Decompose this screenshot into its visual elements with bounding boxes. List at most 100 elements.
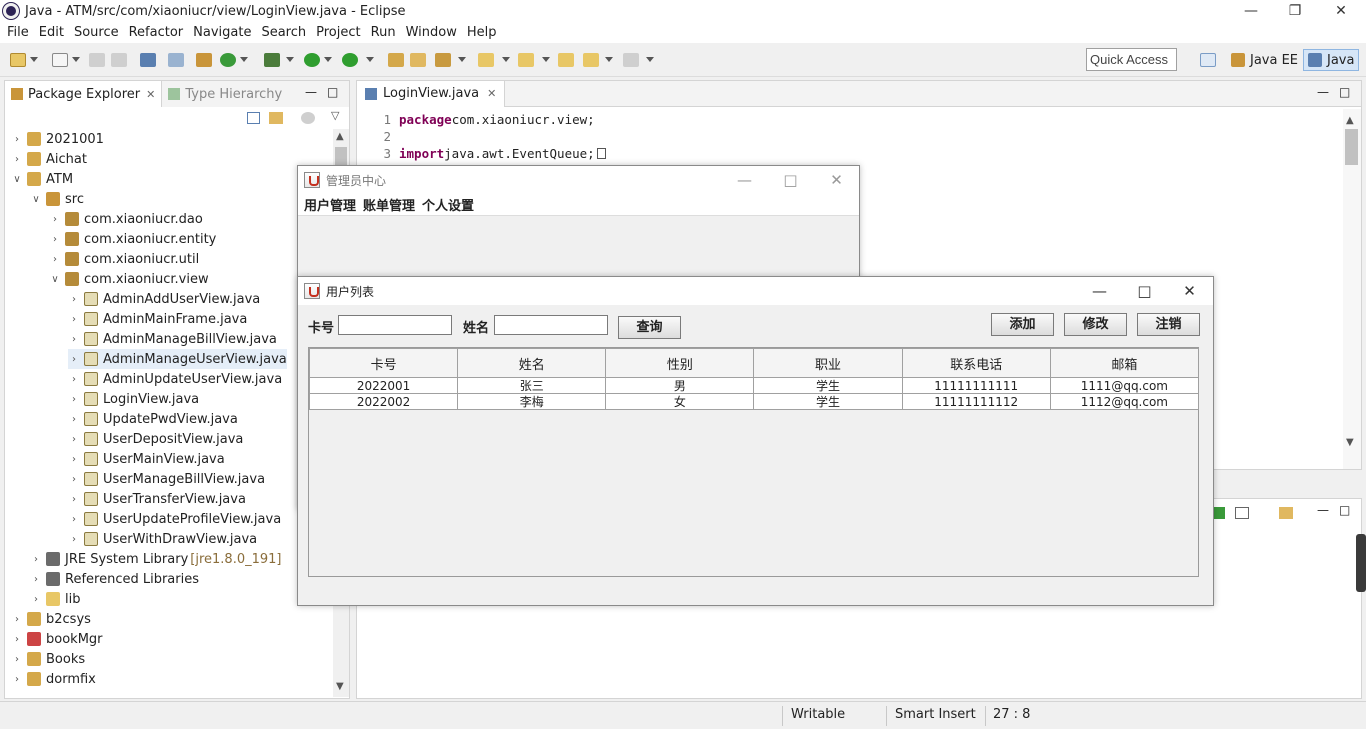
chevron-right-icon[interactable]: › (68, 434, 80, 445)
user-list-maximize-icon[interactable]: □ (1122, 277, 1167, 305)
restore-icon[interactable]: ❐ (1272, 0, 1318, 22)
chevron-right-icon[interactable]: › (68, 314, 80, 325)
chevron-right-icon[interactable]: › (30, 574, 42, 585)
column-header-name[interactable]: 姓名 (457, 348, 607, 378)
back-dropdown-icon[interactable] (605, 57, 613, 62)
scroll-up-icon[interactable]: ▲ (336, 131, 344, 142)
chevron-down-icon[interactable]: ∨ (30, 194, 42, 205)
tree-item[interactable]: › JRE System Library [jre1.8.0_191] (30, 549, 281, 569)
cell-card[interactable]: 2022002 (308, 393, 459, 410)
menu-run[interactable]: Run (371, 25, 396, 40)
tree-scroll-thumb[interactable] (335, 147, 347, 165)
run-icon[interactable] (304, 53, 320, 67)
column-header-gender[interactable]: 性别 (605, 348, 755, 378)
user-list-close-icon[interactable]: ✕ (1167, 277, 1212, 305)
run-dropdown-icon[interactable] (324, 57, 332, 62)
save-all-icon[interactable] (111, 53, 127, 67)
tree-item[interactable]: › b2csys (11, 609, 91, 629)
refresh-dropdown-icon[interactable] (240, 57, 248, 62)
tree-item[interactable]: › com.xiaoniucr.dao (49, 209, 203, 229)
tree-item[interactable]: › AdminManageBillView.java (68, 329, 277, 349)
open-console-icon[interactable] (1279, 507, 1293, 519)
cell-occupation[interactable]: 学生 (753, 377, 903, 394)
tree-item[interactable]: › LoginView.java (68, 389, 199, 409)
cell-card[interactable]: 2022001 (308, 377, 459, 394)
tree-item[interactable]: › UserDepositView.java (68, 429, 243, 449)
maximize-editor-icon[interactable]: □ (1339, 85, 1350, 99)
back-icon[interactable] (583, 53, 599, 67)
chevron-right-icon[interactable]: › (68, 394, 80, 405)
chevron-right-icon[interactable]: › (30, 594, 42, 605)
chevron-right-icon[interactable]: › (11, 674, 23, 685)
cell-gender[interactable]: 男 (605, 377, 755, 394)
tree-item[interactable]: › UserWithDrawView.java (68, 529, 257, 549)
chevron-right-icon[interactable]: › (11, 634, 23, 645)
user-list-minimize-icon[interactable]: — (1077, 277, 1122, 305)
menu-search[interactable]: Search (261, 25, 306, 40)
chevron-right-icon[interactable]: › (49, 214, 61, 225)
chevron-right-icon[interactable]: › (68, 534, 80, 545)
tree-item[interactable]: › com.xiaoniucr.entity (49, 229, 216, 249)
refresh-icon[interactable] (220, 53, 236, 67)
display-console-icon[interactable] (1235, 507, 1249, 519)
name-input[interactable] (494, 315, 608, 335)
tree-item[interactable]: › bookMgr (11, 629, 103, 649)
tree-item[interactable]: › Books (11, 649, 85, 669)
chevron-right-icon[interactable]: › (68, 334, 80, 345)
tab-type-hierarchy[interactable]: Type Hierarchy (162, 81, 288, 107)
editor-scroll-down-icon[interactable]: ▼ (1346, 437, 1354, 448)
code-line[interactable]: 2 (357, 128, 399, 145)
menu-help[interactable]: Help (467, 25, 497, 40)
maximize-view-icon[interactable]: □ (327, 85, 338, 99)
chevron-right-icon[interactable]: › (68, 514, 80, 525)
cell-phone[interactable]: 11111111112 (901, 393, 1051, 410)
chevron-right-icon[interactable]: › (68, 494, 80, 505)
cell-occupation[interactable]: 学生 (753, 393, 903, 410)
logout-button[interactable]: 注销 (1137, 313, 1200, 336)
collapse-all-icon[interactable] (247, 112, 260, 124)
menu-bill-management[interactable]: 账单管理 (363, 195, 415, 214)
folded-imports-icon[interactable] (596, 148, 606, 159)
minimize-editor-icon[interactable]: — (1317, 85, 1329, 99)
tree-item[interactable]: › com.xiaoniucr.util (49, 249, 199, 269)
chevron-right-icon[interactable]: › (49, 234, 61, 245)
cell-name[interactable]: 张三 (457, 377, 607, 394)
chevron-right-icon[interactable]: › (68, 414, 80, 425)
minimize-view-icon[interactable]: — (305, 85, 317, 99)
new-icon[interactable] (10, 53, 26, 67)
next-annotation-dropdown-icon[interactable] (502, 57, 510, 62)
menu-refactor[interactable]: Refactor (129, 25, 184, 40)
run-external-dropdown-icon[interactable] (366, 57, 374, 62)
cell-phone[interactable]: 11111111111 (901, 377, 1051, 394)
admin-maximize-icon[interactable]: □ (768, 166, 813, 194)
tree-item[interactable]: › UserUpdateProfileView.java (68, 509, 281, 529)
editor-scroll-up-icon[interactable]: ▲ (1346, 115, 1354, 126)
tree-item[interactable]: › dormfix (11, 669, 96, 689)
tree-item[interactable]: ∨ ATM (11, 169, 73, 189)
view-menu-icon[interactable]: ▽ (331, 109, 339, 122)
quick-access-input[interactable]: Quick Access (1086, 48, 1177, 71)
tree-item[interactable]: › Referenced Libraries (30, 569, 199, 589)
code-line[interactable]: 1 package com.xiaoniucr.view; (357, 111, 594, 128)
chevron-right-icon[interactable]: › (68, 474, 80, 485)
menu-edit[interactable]: Edit (39, 25, 64, 40)
open-perspective-icon[interactable] (1200, 53, 1216, 67)
add-user-button[interactable]: 添加 (991, 313, 1054, 336)
tree-item[interactable]: › AdminUpdateUserView.java (68, 369, 282, 389)
console-icon[interactable] (140, 53, 156, 67)
perspective-java[interactable]: Java (1303, 49, 1360, 71)
tree-item[interactable]: ∨ com.xiaoniucr.view (49, 269, 208, 289)
skip-breakpoints-icon[interactable] (168, 53, 184, 67)
debug-icon[interactable] (264, 53, 280, 67)
menu-file[interactable]: File (7, 25, 29, 40)
chevron-down-icon[interactable]: ∨ (49, 274, 61, 285)
card-number-input[interactable] (338, 315, 452, 335)
chevron-right-icon[interactable]: › (68, 374, 80, 385)
cell-gender[interactable]: 女 (605, 393, 755, 410)
menu-navigate[interactable]: Navigate (193, 25, 251, 40)
menu-project[interactable]: Project (316, 25, 360, 40)
tree-item[interactable]: › AdminMainFrame.java (68, 309, 247, 329)
code-line[interactable]: 3 import java.awt.EventQueue; (357, 145, 606, 162)
search-tool-dropdown-icon[interactable] (458, 57, 466, 62)
tree-item[interactable]: › UserTransferView.java (68, 489, 246, 509)
